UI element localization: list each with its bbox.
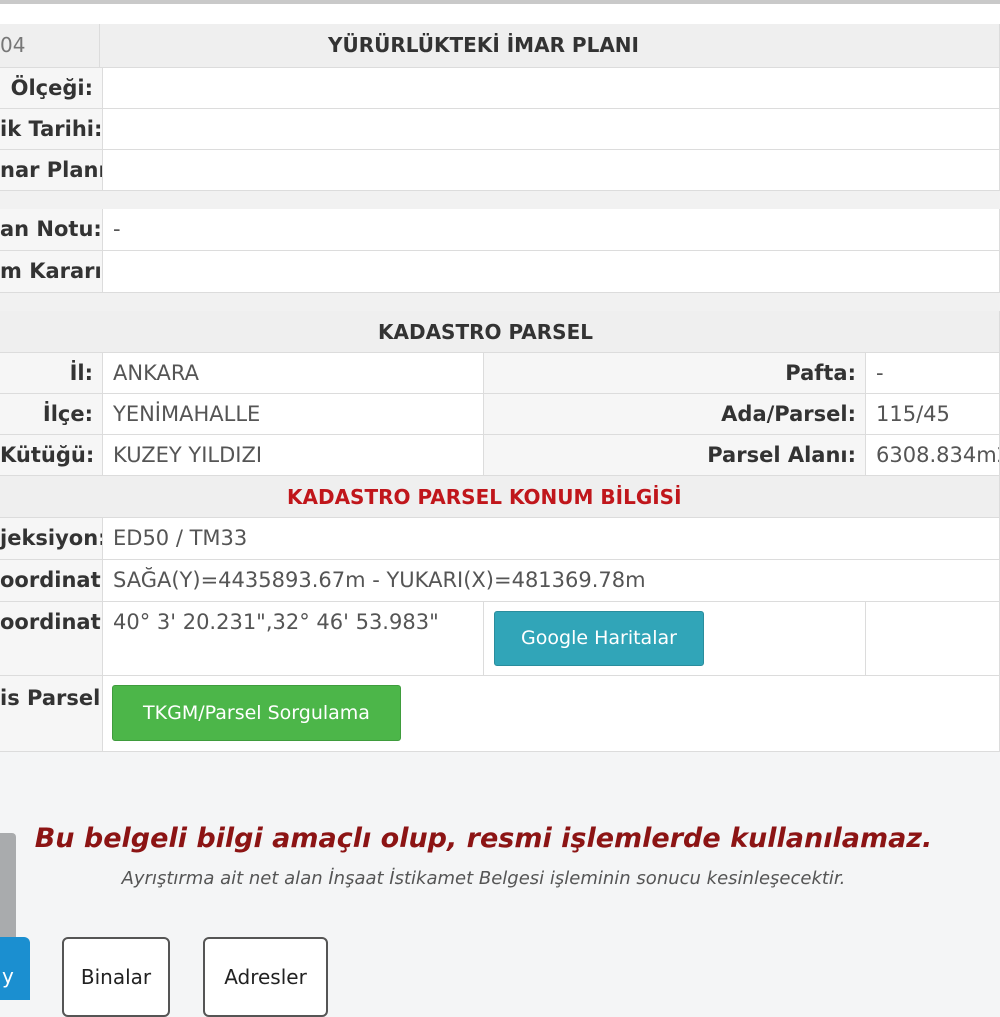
ada-parsel-label: Ada/Parsel: [484,394,866,435]
section-gap [0,191,1000,209]
cografi-koordinat-value: 40° 3' 20.231",32° 46' 53.983" [103,602,484,676]
kadastro-section-title: KADASTRO PARSEL [0,311,1000,353]
plan-notu-label: an Notu: [0,209,103,251]
imar-header-id: 04 [0,33,26,57]
disclaimer-warning: Bu belgeli bilgi amaçlı olup, resmi işle… [34,823,933,854]
parsel-alani-label: Parsel Alanı: [484,435,866,476]
konum-section-title: KADASTRO PARSEL KONUM BİLGİSİ [0,476,1000,518]
meclis-karari-label: m Kararı: [0,251,103,293]
projeksiyon-label: jeksiyon: [0,518,103,560]
active-tab-label: y [2,964,14,988]
imar-header-id-cell: 04 [0,24,100,68]
olcegi-value [103,68,1000,109]
cografi-koordinat-label: oordinat: [0,602,103,676]
koordinat-label: oordinat: [0,560,103,602]
tasdik-tarihi-label: ik Tarihi: [0,109,103,150]
imar-plani-value [103,150,1000,191]
google-maps-button[interactable]: Google Haritalar [494,611,704,666]
imar-section-title: YÜRÜRLÜKTEKİ İMAR PLANI [100,24,1000,68]
ilce-value: YENİMAHALLE [103,394,484,435]
kadastro-title-text: KADASTRO PARSEL [378,320,593,344]
binalar-button[interactable]: Binalar [62,937,170,1017]
section-gap [0,293,1000,311]
ada-parsel-value: 115/45 [866,394,1000,435]
active-tab-button[interactable]: y [0,937,30,1000]
il-label: İl: [0,353,103,394]
il-value: ANKARA [103,353,484,394]
projeksiyon-value: ED50 / TM33 [103,518,1000,560]
parsel-alani-value: 6308.834m2 [866,435,1000,476]
empty-cell [866,602,1000,676]
pafta-value: - [866,353,1000,394]
komsu-parsel-label: is Parsel: [0,676,103,752]
koordinat-value: SAĞA(Y)=4435893.67m - YUKARI(X)=481369.7… [103,560,1000,602]
adresler-button[interactable]: Adresler [203,937,328,1017]
meclis-karari-value [103,251,1000,293]
side-panel-handle[interactable] [0,833,16,941]
disclaimer-note: Ayrıştırma ait net alan İnşaat İstikamet… [121,868,846,889]
pafta-label: Pafta: [484,353,866,394]
imar-title-text: YÜRÜRLÜKTEKİ İMAR PLANI [328,33,639,57]
tkgm-parsel-sorgulama-button[interactable]: TKGM/Parsel Sorgulama [112,685,401,741]
olcegi-label: Ölçeği: [0,68,103,109]
tasdik-tarihi-value [103,109,1000,150]
plan-notu-value: - [103,209,1000,251]
imar-plani-label: nar Planı: [0,150,103,191]
mahalle-kutugu-label: Kütüğü: [0,435,103,476]
mahalle-kutugu-value: KUZEY YILDIZI [103,435,484,476]
ilce-label: İlçe: [0,394,103,435]
konum-title-text: KADASTRO PARSEL KONUM BİLGİSİ [287,485,682,509]
